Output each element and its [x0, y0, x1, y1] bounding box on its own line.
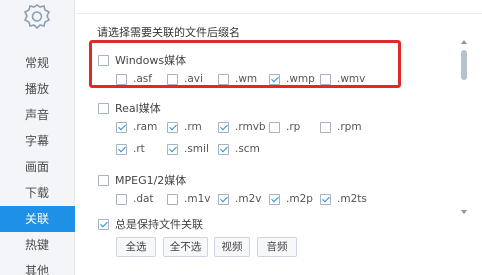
always-keep-label: 总是保持文件关联 — [115, 218, 203, 231]
scroll-down-icon[interactable] — [461, 210, 467, 214]
checkbox[interactable] — [116, 193, 127, 205]
checkbox[interactable] — [98, 102, 109, 114]
ext-label: .rmvb — [235, 121, 266, 133]
select-all-button[interactable]: 全选 — [116, 237, 156, 257]
ext-rt[interactable]: .rt — [116, 143, 145, 155]
ext-label: .m2v — [235, 193, 262, 205]
ext-label: .m2ts — [337, 193, 367, 205]
ext-label: .dat — [133, 193, 154, 205]
group-label: MPEG1/2媒体 — [115, 174, 187, 187]
check-icon[interactable] — [167, 121, 178, 133]
ext-label: .m2p — [286, 193, 313, 205]
sidebar-item-download[interactable]: 下载 — [0, 180, 75, 206]
ext-label: .scm — [235, 143, 260, 155]
check-icon[interactable] — [116, 121, 127, 133]
ext-rp[interactable]: .rp — [269, 121, 300, 133]
sidebar-item-general[interactable]: 常规 — [0, 50, 75, 76]
ext-label: .smil — [184, 143, 209, 155]
ext-dat[interactable]: .dat — [116, 193, 154, 205]
always-keep-association[interactable]: 总是保持文件关联 — [98, 216, 203, 232]
check-icon[interactable] — [98, 218, 109, 230]
check-icon[interactable] — [269, 193, 280, 205]
ext-label: .m1v — [184, 193, 211, 205]
sidebar: 常规 播放 声音 字幕 画面 下载 关联 热键 其他 — [0, 0, 75, 275]
checkbox[interactable] — [167, 193, 178, 205]
video-button[interactable]: 视频 — [214, 237, 250, 257]
top-bar — [75, 0, 482, 14]
check-icon[interactable] — [167, 143, 178, 155]
sidebar-item-sound[interactable]: 声音 — [0, 102, 75, 128]
checkbox[interactable] — [269, 121, 280, 133]
highlight-annotation — [89, 40, 401, 88]
sidebar-item-hotkey[interactable]: 热键 — [0, 232, 75, 258]
select-none-button[interactable]: 全不选 — [163, 237, 208, 257]
ext-smil[interactable]: .smil — [167, 143, 209, 155]
sidebar-item-playback[interactable]: 播放 — [0, 76, 75, 102]
ext-label: .ram — [133, 121, 158, 133]
ext-rmvb[interactable]: .rmvb — [218, 121, 266, 133]
ext-m1v[interactable]: .m1v — [167, 193, 210, 205]
check-icon[interactable] — [218, 193, 229, 205]
ext-ram[interactable]: .ram — [116, 121, 157, 133]
ext-label: .rpm — [337, 121, 362, 133]
ext-label: .rt — [133, 143, 145, 155]
gear-icon — [23, 4, 51, 30]
sidebar-item-other[interactable]: 其他 — [0, 258, 75, 275]
scroll-up-icon[interactable] — [461, 40, 467, 44]
page-title: 请选择需要关联的文件后缀名 — [97, 26, 240, 39]
checkbox[interactable] — [320, 121, 331, 133]
sidebar-item-picture[interactable]: 画面 — [0, 154, 75, 180]
check-icon[interactable] — [320, 193, 331, 205]
group-label: Real媒体 — [115, 102, 161, 115]
ext-label: .rm — [184, 121, 202, 133]
ext-m2ts[interactable]: .m2ts — [320, 193, 367, 205]
checkbox[interactable] — [98, 174, 109, 186]
ext-rpm[interactable]: .rpm — [320, 121, 362, 133]
ext-m2v[interactable]: .m2v — [218, 193, 261, 205]
group-real-media[interactable]: Real媒体 — [98, 100, 161, 116]
ext-scm[interactable]: .scm — [218, 143, 260, 155]
check-icon[interactable] — [116, 143, 127, 155]
ext-rm[interactable]: .rm — [167, 121, 202, 133]
sidebar-item-subtitle[interactable]: 字幕 — [0, 128, 75, 154]
sidebar-item-association[interactable]: 关联 — [0, 206, 75, 232]
check-icon[interactable] — [218, 143, 229, 155]
ext-m2p[interactable]: .m2p — [269, 193, 313, 205]
check-icon[interactable] — [218, 121, 229, 133]
ext-label: .rp — [286, 121, 301, 133]
audio-button[interactable]: 音频 — [257, 237, 297, 257]
scrollbar-thumb[interactable] — [461, 50, 467, 80]
group-mpeg-media[interactable]: MPEG1/2媒体 — [98, 172, 186, 188]
